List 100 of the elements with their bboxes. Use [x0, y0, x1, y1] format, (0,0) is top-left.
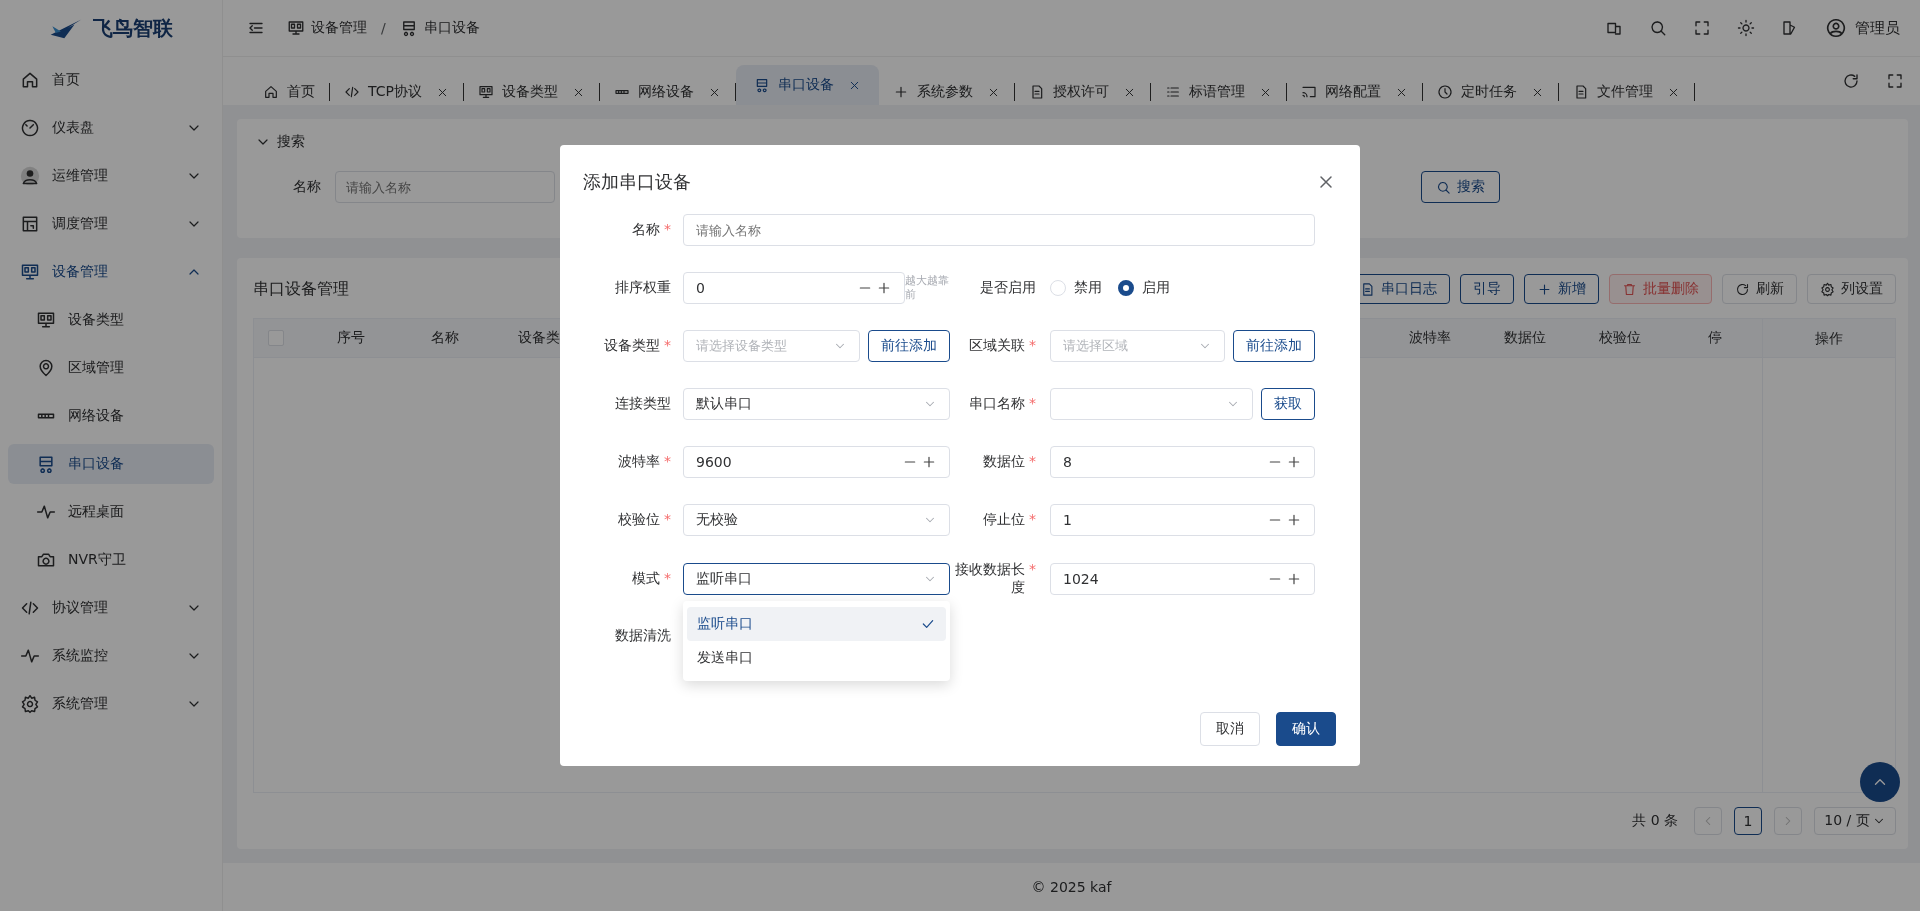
sidebar-subitem[interactable]: 设备类型	[8, 300, 214, 340]
page-button[interactable]: 1	[1734, 807, 1762, 835]
sidebar-item[interactable]: 设备管理	[8, 252, 214, 292]
sidebar-subitem[interactable]: 区域管理	[8, 348, 214, 388]
dropdown-option[interactable]: 监听串口	[687, 607, 946, 641]
action-button[interactable]: 获取	[1261, 388, 1315, 420]
number-field[interactable]: 9600	[683, 446, 950, 478]
required-mark: *	[664, 453, 671, 469]
radio-button[interactable]	[1118, 280, 1134, 296]
sidebar-item[interactable]: 仪表盘	[8, 108, 214, 148]
hint-text: 越大越靠前	[905, 273, 950, 303]
column-header: 停	[1706, 329, 1723, 347]
field-label: 模式	[632, 570, 660, 588]
toolbar-button[interactable]: 列设置	[1807, 274, 1896, 304]
sidebar-item[interactable]: 首页	[8, 60, 214, 100]
field-label: 校验位	[618, 511, 660, 529]
tab[interactable]: 网络设备	[599, 83, 736, 101]
tab[interactable]: 网络配置	[1286, 83, 1423, 101]
radio-label[interactable]: 启用	[1142, 279, 1170, 297]
fullscreen-icon[interactable]	[1693, 19, 1711, 37]
tab[interactable]: TCP协议	[330, 83, 464, 101]
home-icon	[263, 84, 279, 100]
gauge-icon	[20, 118, 40, 138]
plus-icon[interactable]	[876, 280, 892, 296]
user-name[interactable]: 管理员	[1855, 18, 1900, 38]
sidebar-subitem[interactable]: 网络设备	[8, 396, 214, 436]
field-label: 波特率	[618, 453, 660, 471]
settings-icon	[20, 694, 40, 714]
pulse-icon	[36, 502, 56, 522]
avatar-icon	[20, 166, 40, 186]
sidebar-item[interactable]: 调度管理	[8, 204, 214, 244]
trash-icon	[1622, 281, 1637, 297]
sidebar-subitem[interactable]: NVR守卫	[8, 540, 214, 580]
number-field[interactable]: 0	[683, 272, 905, 304]
page-size-select[interactable]: 10 / 页	[1814, 807, 1896, 835]
radio-label[interactable]: 禁用	[1074, 279, 1102, 297]
search-icon[interactable]	[1649, 19, 1667, 37]
tab[interactable]: 串口设备	[735, 65, 879, 105]
monitor-icon	[20, 262, 40, 282]
select-field[interactable]: 默认串口	[683, 388, 950, 420]
select-field[interactable]	[1050, 388, 1253, 420]
user-icon[interactable]	[1825, 17, 1847, 39]
name-field[interactable]: 请输入名称	[335, 171, 555, 203]
tab[interactable]: 首页	[249, 83, 330, 101]
sidebar-item[interactable]: 系统管理	[8, 684, 214, 724]
sidebar-item[interactable]: 系统监控	[8, 636, 214, 676]
refresh-icon[interactable]	[1842, 72, 1860, 90]
toolbar-button[interactable]: 刷新	[1722, 274, 1797, 304]
total-count: 共 0 条	[1632, 812, 1678, 830]
number-field[interactable]: 1	[1050, 504, 1315, 536]
location-pin-icon	[36, 358, 56, 378]
plus-icon[interactable]	[1286, 454, 1302, 470]
required-mark: *	[1029, 337, 1036, 353]
breadcrumb-item[interactable]: 串口设备	[423, 19, 480, 37]
tab[interactable]: 标语管理	[1150, 83, 1287, 101]
sun-icon[interactable]	[1737, 19, 1755, 37]
select-field[interactable]: 无校验	[683, 504, 950, 536]
toolbar-button[interactable]: 引导	[1460, 274, 1514, 304]
plus-icon[interactable]	[1286, 512, 1302, 528]
number-field[interactable]: 1024	[1050, 563, 1315, 595]
tab[interactable]: 文件管理	[1558, 83, 1695, 101]
select-field[interactable]: 监听串口	[683, 563, 950, 595]
column-header: 名称	[430, 329, 460, 347]
tab[interactable]: 系统参数	[878, 83, 1015, 101]
tab[interactable]: 设备类型	[463, 83, 600, 101]
sidebar-subitem[interactable]: 串口设备	[8, 444, 214, 484]
sidebar-item[interactable]: 协议管理	[8, 588, 214, 628]
settings-icon	[1820, 281, 1835, 297]
required-mark: *	[664, 570, 671, 586]
calendar-icon	[20, 214, 40, 234]
list-icon	[1164, 84, 1181, 100]
monitor-icon	[36, 310, 56, 330]
sidebar-subitem[interactable]: 远程桌面	[8, 492, 214, 532]
search-title: 搜索	[277, 133, 305, 151]
sidebar-item[interactable]: 运维管理	[8, 156, 214, 196]
monitor-icon	[287, 19, 305, 37]
dialog-title: 添加串口设备	[583, 170, 692, 194]
plus-icon[interactable]	[921, 454, 937, 470]
field-label: 排序权重	[615, 279, 671, 297]
tab[interactable]: 定时任务	[1422, 83, 1559, 101]
dropdown-option[interactable]: 发送串口	[687, 641, 946, 675]
tab[interactable]: 授权许可	[1014, 83, 1151, 101]
action-button[interactable]: 前往添加	[1233, 330, 1315, 362]
field-label: 设备类型	[604, 337, 660, 355]
number-field[interactable]: 8	[1050, 446, 1315, 478]
text-field[interactable]: 请输入名称	[683, 214, 1315, 246]
toolbar-button[interactable]: 新增	[1524, 274, 1599, 304]
table-title: 串口设备管理	[253, 278, 349, 300]
required-mark: *	[1029, 395, 1036, 411]
plus-icon[interactable]	[1286, 571, 1302, 587]
required-mark: *	[664, 511, 671, 527]
breadcrumb-item[interactable]: 设备管理	[311, 19, 367, 37]
search-button[interactable]: 搜索	[1421, 171, 1500, 203]
action-button[interactable]: 前往添加	[868, 330, 950, 362]
dialog-button[interactable]: 确认	[1276, 712, 1336, 746]
dialog-button[interactable]: 取消	[1200, 712, 1260, 746]
cast-icon	[1300, 84, 1317, 100]
column-header: 校验位	[1597, 329, 1642, 347]
fullscreen-icon[interactable]	[1886, 72, 1904, 90]
column-header: 设备类	[517, 329, 561, 347]
